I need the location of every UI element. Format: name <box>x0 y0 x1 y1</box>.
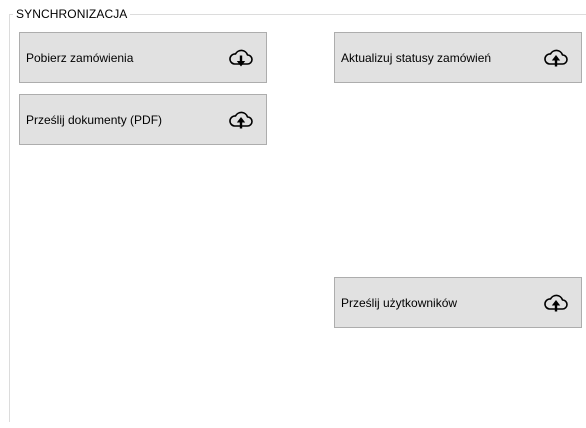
download-orders-label: Pobierz zamówienia <box>26 50 134 65</box>
upload-documents-label: Prześlij dokumenty (PDF) <box>26 112 163 127</box>
cloud-upload-icon <box>228 107 254 133</box>
groupbox-caption: SYNCHRONIZACJA <box>13 7 131 21</box>
update-order-statuses-label: Aktualizuj statusy zamówień <box>341 50 492 65</box>
upload-documents-button[interactable]: Prześlij dokumenty (PDF) <box>19 94 267 145</box>
update-order-statuses-button[interactable]: Aktualizuj statusy zamówień <box>334 32 582 83</box>
cloud-download-icon <box>228 45 254 71</box>
cloud-upload-icon <box>543 45 569 71</box>
upload-users-button[interactable]: Prześlij użytkowników <box>334 277 582 328</box>
upload-users-label: Prześlij użytkowników <box>341 295 458 310</box>
cloud-upload-icon <box>543 290 569 316</box>
download-orders-button[interactable]: Pobierz zamówienia <box>19 32 267 83</box>
